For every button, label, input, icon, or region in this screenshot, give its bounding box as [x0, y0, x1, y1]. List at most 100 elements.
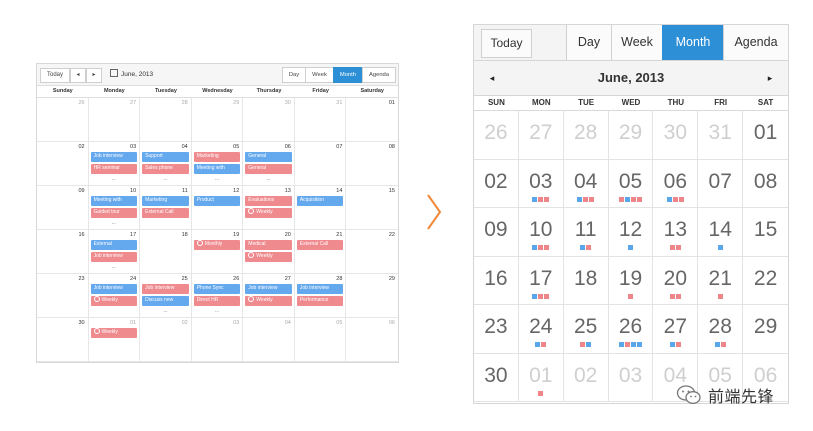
day-cell[interactable]: 26 — [37, 98, 89, 142]
mobile-view-month-button[interactable]: Month — [662, 25, 723, 60]
event-chip[interactable]: Weekly — [245, 208, 292, 218]
event-chip[interactable]: Guided tour — [90, 208, 138, 218]
mobile-day-cell[interactable]: 18 — [563, 256, 609, 305]
day-cell[interactable]: 05 — [294, 318, 347, 362]
event-chip[interactable]: Weekly — [245, 296, 292, 306]
mobile-day-cell[interactable]: 27 — [653, 305, 699, 354]
more-events-link[interactable]: ... — [243, 177, 294, 182]
mobile-day-cell[interactable]: 09 — [474, 208, 519, 257]
day-cell[interactable]: 17 External Job interview... — [88, 230, 141, 274]
mobile-day-cell[interactable]: 19 — [608, 256, 654, 305]
mobile-day-cell[interactable]: 26 — [608, 305, 654, 354]
day-cell[interactable]: 12 Product — [191, 186, 244, 230]
more-events-link[interactable]: ... — [89, 177, 140, 182]
day-cell[interactable]: 08 — [346, 142, 398, 186]
day-cell[interactable]: 16 — [37, 230, 89, 274]
mobile-day-cell[interactable]: 30 — [653, 111, 699, 160]
day-cell[interactable]: 04 — [243, 318, 295, 362]
event-chip[interactable]: Job interview — [142, 284, 189, 294]
event-chip[interactable]: HR seminar — [90, 164, 138, 174]
mobile-day-cell[interactable]: 28 — [698, 305, 744, 354]
mobile-day-cell[interactable]: 01 — [743, 111, 788, 160]
day-cell[interactable]: 27 Job interview Weekly — [243, 274, 295, 318]
day-cell[interactable]: 28 — [140, 98, 192, 142]
mobile-day-cell[interactable]: 28 — [563, 111, 609, 160]
mobile-day-cell[interactable]: 14 — [698, 208, 744, 257]
mobile-next-button[interactable]: ▸ — [760, 61, 780, 95]
mobile-day-cell[interactable]: 17 — [518, 256, 564, 305]
day-cell[interactable]: 02 — [37, 142, 89, 186]
day-cell[interactable]: 28 Job interview Performance — [294, 274, 347, 318]
event-chip[interactable]: External Call — [142, 208, 189, 218]
mobile-day-cell[interactable]: 06 — [653, 159, 699, 208]
day-cell[interactable]: 13 Evaluations Weekly — [243, 186, 295, 230]
day-cell[interactable]: 02 — [140, 318, 192, 362]
mobile-day-cell[interactable]: 01 — [518, 353, 564, 402]
mobile-day-cell[interactable]: 10 — [518, 208, 564, 257]
day-cell[interactable]: 07 — [294, 142, 347, 186]
mobile-day-cell[interactable]: 02 — [474, 159, 519, 208]
view-month-button[interactable]: Month — [332, 67, 363, 83]
event-chip[interactable]: External — [90, 240, 138, 250]
day-cell[interactable]: 10 Meeting with Guided tour... — [88, 186, 141, 230]
day-cell[interactable]: 20 Medical Weekly — [243, 230, 295, 274]
mobile-day-cell[interactable]: 25 — [563, 305, 609, 354]
mobile-day-cell[interactable]: 02 — [563, 353, 609, 402]
mobile-view-day-button[interactable]: Day — [566, 25, 611, 60]
mobile-day-cell[interactable]: 15 — [743, 208, 788, 257]
mobile-day-cell[interactable]: 23 — [474, 305, 519, 354]
event-chip[interactable]: Performance — [296, 296, 344, 306]
mobile-day-cell[interactable]: 11 — [563, 208, 609, 257]
mobile-view-agenda-button[interactable]: Agenda — [723, 25, 788, 60]
day-cell[interactable]: 26 Phone Sync Direct HR... — [191, 274, 244, 318]
day-cell[interactable]: 03 — [191, 318, 244, 362]
mobile-day-cell[interactable]: 05 — [608, 159, 654, 208]
event-chip[interactable]: Medical — [245, 240, 292, 250]
day-cell[interactable]: 27 — [88, 98, 141, 142]
event-chip[interactable]: Weekly — [245, 252, 292, 262]
event-chip[interactable]: Job interview — [90, 152, 138, 162]
event-chip[interactable]: Job interview — [90, 284, 138, 294]
view-week-button[interactable]: Week — [305, 67, 334, 83]
mobile-day-cell[interactable]: 07 — [698, 159, 744, 208]
day-cell[interactable]: 06 General General... — [243, 142, 295, 186]
event-chip[interactable]: Meeting with — [90, 196, 138, 206]
current-date[interactable]: June, 2013 — [110, 68, 153, 81]
day-cell[interactable]: 30 — [243, 98, 295, 142]
next-button[interactable]: ▸ — [86, 68, 102, 83]
event-chip[interactable]: Monthly — [193, 240, 241, 250]
event-chip[interactable]: Support — [142, 152, 189, 162]
mobile-day-cell[interactable]: 24 — [518, 305, 564, 354]
view-day-button[interactable]: Day — [281, 67, 307, 83]
mobile-day-cell[interactable]: 03 — [608, 353, 654, 402]
prev-button[interactable]: ◂ — [70, 68, 86, 83]
more-events-link[interactable]: ... — [192, 177, 243, 182]
day-cell[interactable]: 04 Support Sales phone... — [140, 142, 192, 186]
day-cell[interactable]: 09 — [37, 186, 89, 230]
event-chip[interactable]: Job interview — [296, 284, 344, 294]
today-button[interactable]: Today — [40, 68, 70, 83]
day-cell[interactable]: 05 Marketing Meeting with... — [191, 142, 244, 186]
event-chip[interactable]: Phone Sync — [193, 284, 241, 294]
event-chip[interactable]: Evaluations — [245, 196, 292, 206]
event-chip[interactable]: Sales phone — [142, 164, 189, 174]
mobile-day-cell[interactable]: 26 — [474, 111, 519, 160]
event-chip[interactable]: Discuss new — [142, 296, 189, 306]
more-events-link[interactable]: ... — [140, 309, 191, 314]
event-chip[interactable]: General — [245, 164, 292, 174]
day-cell[interactable]: 23 — [37, 274, 89, 318]
mobile-day-cell[interactable]: 30 — [474, 353, 519, 402]
event-chip[interactable]: Marketing — [142, 196, 189, 206]
day-cell[interactable]: 14 Acquisition — [294, 186, 347, 230]
event-chip[interactable]: Weekly — [90, 328, 138, 338]
day-cell[interactable]: 31 — [294, 98, 347, 142]
day-cell[interactable]: 29 — [191, 98, 244, 142]
more-events-link[interactable]: ... — [89, 221, 140, 226]
day-cell[interactable]: 29 — [346, 274, 398, 318]
day-cell[interactable]: 06 — [346, 318, 398, 362]
day-cell[interactable]: 11 Marketing External Call — [140, 186, 192, 230]
view-agenda-button[interactable]: Agenda — [362, 67, 396, 83]
day-cell[interactable]: 15 — [346, 186, 398, 230]
event-chip[interactable]: Weekly — [90, 296, 138, 306]
mobile-day-cell[interactable]: 29 — [608, 111, 654, 160]
